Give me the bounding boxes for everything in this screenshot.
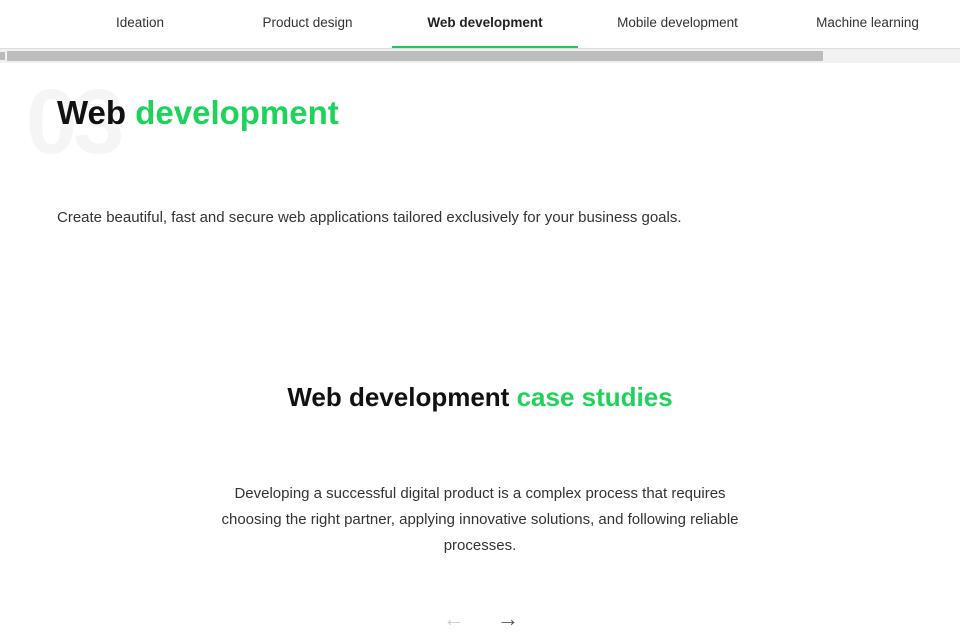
- tab-machine-learning[interactable]: Machine learning: [800, 0, 935, 48]
- title-part: Web development: [287, 382, 510, 412]
- title-accent: case studies: [516, 382, 673, 412]
- tab-web-development[interactable]: Web development: [392, 0, 578, 48]
- arrow-left-icon[interactable]: ←: [443, 606, 465, 632]
- title-accent: development: [135, 94, 339, 131]
- scroll-left-icon[interactable]: [0, 52, 5, 60]
- scrollbar-thumb[interactable]: [7, 51, 823, 61]
- case-studies-title: Web development case studies: [280, 380, 680, 415]
- tab-ideation[interactable]: Ideation: [90, 0, 190, 48]
- arrow-right-icon[interactable]: →: [497, 606, 519, 632]
- title-part: Web: [57, 94, 127, 131]
- tab-mobile-development[interactable]: Mobile development: [600, 0, 755, 48]
- horizontal-scrollbar[interactable]: [0, 48, 960, 63]
- page-title: Web development: [57, 94, 339, 132]
- tab-product-design[interactable]: Product design: [245, 0, 370, 48]
- case-studies-text: Developing a successful digital product …: [221, 485, 739, 554]
- section-description: Create beautiful, fast and secure web ap…: [57, 209, 682, 226]
- tab-bar: Ideation Product design Web development …: [0, 0, 960, 48]
